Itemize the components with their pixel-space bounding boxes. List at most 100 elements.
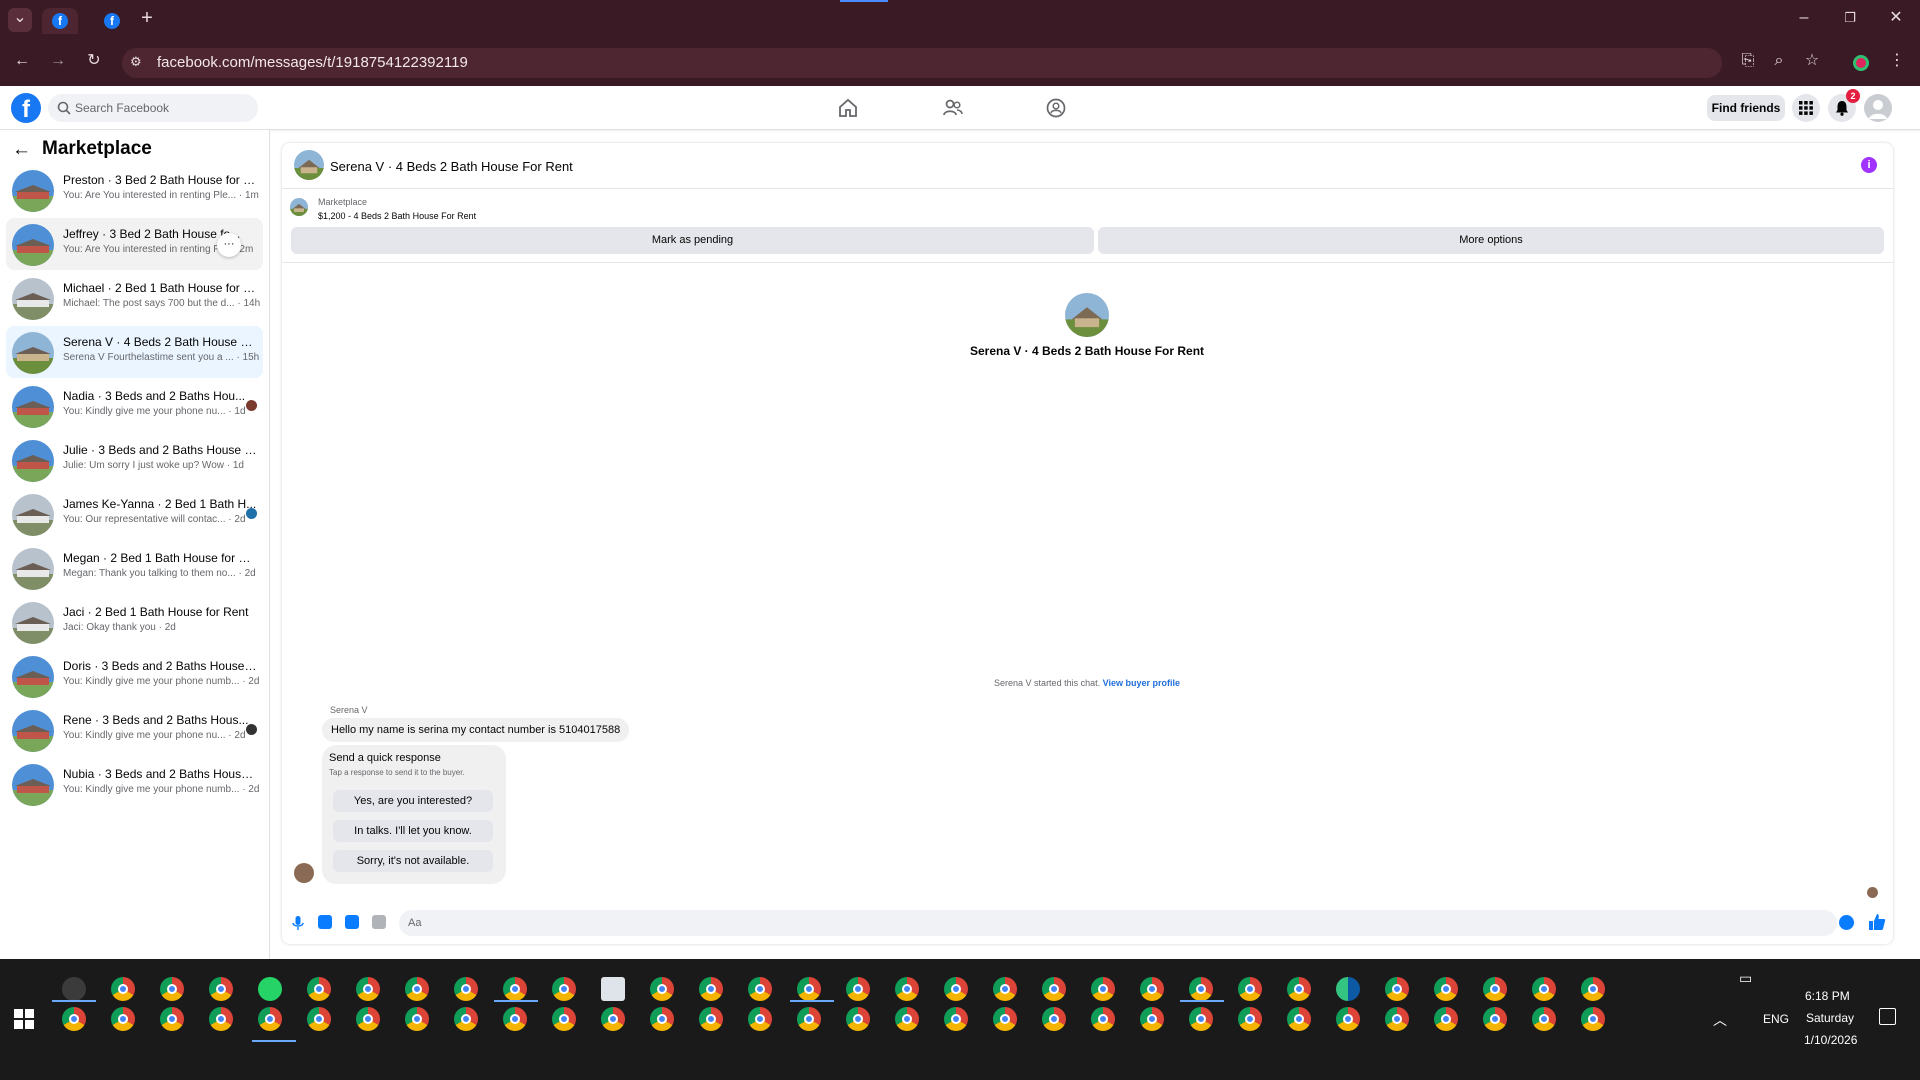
chrome-taskbar-icon[interactable] [993, 1007, 1017, 1031]
facebook-logo[interactable]: f [11, 93, 41, 123]
bookmark-star-icon[interactable]: ☆ [1800, 51, 1824, 75]
chrome-taskbar-icon[interactable] [1091, 977, 1115, 1001]
extension-icon[interactable] [1853, 55, 1869, 71]
chrome-taskbar-icon[interactable] [1140, 977, 1164, 1001]
restore-icon[interactable]: ❐ [1838, 8, 1862, 32]
chrome-taskbar-icon[interactable] [1287, 1007, 1311, 1031]
chrome-taskbar-icon[interactable] [650, 977, 674, 1001]
chrome-taskbar-icon[interactable] [1483, 1007, 1507, 1031]
chrome-taskbar-icon[interactable] [503, 1007, 527, 1031]
close-window-icon[interactable]: ✕ [1884, 8, 1908, 32]
view-buyer-profile-link[interactable]: View buyer profile [1103, 678, 1180, 688]
chrome-taskbar-icon[interactable] [258, 1007, 282, 1031]
chrome-taskbar-icon[interactable] [356, 977, 380, 1001]
chrome-taskbar-icon[interactable] [895, 977, 919, 1001]
chrome-taskbar-icon[interactable] [1532, 977, 1556, 1001]
conversation-row[interactable]: Nadia · 3 Beds and 2 Baths Hou... You: Ki… [6, 380, 263, 432]
chrome-taskbar-icon[interactable] [1189, 1007, 1213, 1031]
reload-icon[interactable]: ↻ [82, 51, 106, 75]
display-icon[interactable]: ▭ [1739, 970, 1752, 987]
listing-small-thumbnail[interactable] [290, 198, 308, 216]
chrome-taskbar-icon[interactable] [846, 977, 870, 1001]
chrome-menu-icon[interactable]: ⋮ [1885, 51, 1909, 75]
notification-center-icon[interactable] [1879, 1008, 1896, 1025]
back-icon[interactable]: ← [10, 51, 34, 75]
chrome-taskbar-icon[interactable] [1238, 1007, 1262, 1031]
message-input[interactable] [399, 910, 1837, 936]
home-icon[interactable] [837, 97, 859, 119]
chrome-taskbar-icon[interactable] [1287, 977, 1311, 1001]
menu-grid-button[interactable] [1792, 94, 1820, 122]
conversation-row[interactable]: Julie · 3 Beds and 2 Baths House F... Jul… [6, 434, 263, 486]
conversation-row[interactable]: Preston · 3 Bed 2 Bath House for R... You… [6, 164, 263, 216]
conversation-row[interactable]: Megan · 2 Bed 1 Bath House for Re... Mega… [6, 542, 263, 594]
conversation-row[interactable]: Michael · 2 Bed 1 Bath House for R... Mic… [6, 272, 263, 324]
install-app-icon[interactable]: ⎘ [1736, 51, 1760, 75]
chrome-taskbar-icon[interactable] [209, 977, 233, 1001]
site-info-icon[interactable]: ⚙ [130, 54, 142, 70]
chrome-taskbar-icon[interactable] [993, 977, 1017, 1001]
chrome-taskbar-icon[interactable] [1140, 1007, 1164, 1031]
chrome-taskbar-icon[interactable] [1532, 1007, 1556, 1031]
chrome-taskbar-icon[interactable] [601, 1007, 625, 1031]
forward-icon[interactable]: → [46, 51, 70, 75]
chrome-taskbar-icon[interactable] [62, 1007, 86, 1031]
browser-tab[interactable]: f [94, 8, 130, 34]
chrome-taskbar-icon[interactable] [748, 1007, 772, 1031]
chrome-taskbar-icon[interactable] [699, 977, 723, 1001]
photo-icon[interactable] [318, 915, 332, 929]
conversation-row[interactable]: Jaci · 2 Bed 1 Bath House for Rent Jaci: … [6, 596, 263, 648]
conversation-row[interactable]: Jeffrey · 3 Bed 2 Bath House fo... You: A… [6, 218, 263, 270]
chrome-taskbar-icon[interactable] [454, 977, 478, 1001]
gif-icon[interactable] [372, 915, 386, 929]
like-thumb-icon[interactable] [1868, 913, 1886, 931]
chrome-taskbar-icon[interactable] [1434, 1007, 1458, 1031]
quick-response-yes-button[interactable]: Yes, are you interested? [333, 790, 493, 812]
zoom-icon[interactable]: ⌕ [1767, 51, 1791, 75]
chrome-taskbar-icon[interactable] [356, 1007, 380, 1031]
chrome-taskbar-icon[interactable] [1385, 1007, 1409, 1031]
chrome-taskbar-icon[interactable] [846, 1007, 870, 1031]
show-hidden-icons-chevron-icon[interactable]: ︿ [1713, 1010, 1727, 1030]
chrome-taskbar-icon[interactable] [307, 977, 331, 1001]
chrome-taskbar-icon[interactable] [748, 977, 772, 1001]
chrome-taskbar-icon[interactable] [209, 1007, 233, 1031]
chrome-taskbar-icon[interactable] [699, 1007, 723, 1031]
sticker-icon[interactable] [345, 915, 359, 929]
chrome-taskbar-icon[interactable] [552, 1007, 576, 1031]
tab-search-chevron-icon[interactable]: ⌄ [8, 8, 32, 32]
chrome-taskbar-icon[interactable] [160, 977, 184, 1001]
emoji-icon[interactable] [1839, 915, 1854, 930]
chrome-taskbar-icon[interactable] [405, 1007, 429, 1031]
language-indicator[interactable]: ENG [1763, 1012, 1789, 1026]
chrome-taskbar-icon[interactable] [1581, 1007, 1605, 1031]
conversation-row[interactable]: James Ke-Yanna · 2 Bed 1 Bath H... You: O… [6, 488, 263, 540]
chrome-taskbar-icon[interactable] [944, 977, 968, 1001]
url-text[interactable]: facebook.com/messages/t/1918754122392119 [157, 54, 468, 71]
chrome-taskbar-icon[interactable] [895, 1007, 919, 1031]
chrome-taskbar-icon[interactable] [1091, 1007, 1115, 1031]
chrome-taskbar-icon[interactable] [111, 1007, 135, 1031]
chrome-taskbar-icon[interactable] [552, 977, 576, 1001]
whatsapp-icon[interactable] [258, 977, 282, 1001]
chrome-taskbar-icon[interactable] [1189, 977, 1213, 1001]
browser-tab-active[interactable]: f [42, 8, 78, 34]
app-icon[interactable] [62, 977, 86, 1001]
chrome-taskbar-icon[interactable] [944, 1007, 968, 1031]
windows-start-icon[interactable] [14, 1009, 34, 1029]
chrome-taskbar-icon[interactable] [1385, 977, 1409, 1001]
clock-time[interactable]: 6:18 PM [1805, 989, 1850, 1003]
friends-icon[interactable] [942, 97, 964, 119]
chrome-taskbar-icon[interactable] [1336, 1007, 1360, 1031]
find-friends-button[interactable]: Find friends [1707, 95, 1785, 121]
chrome-taskbar-icon[interactable] [454, 1007, 478, 1031]
info-icon[interactable]: i [1861, 157, 1877, 173]
chrome-taskbar-icon[interactable] [1238, 977, 1262, 1001]
sender-avatar[interactable] [294, 863, 314, 883]
notepad-icon[interactable] [601, 977, 625, 1001]
clock-day[interactable]: Saturday [1806, 1011, 1854, 1025]
clock-date[interactable]: 1/10/2026 [1804, 1033, 1857, 1047]
quick-response-not-available-button[interactable]: Sorry, it's not available. [333, 850, 493, 872]
account-avatar[interactable] [1864, 94, 1892, 122]
microphone-icon[interactable] [292, 916, 304, 930]
